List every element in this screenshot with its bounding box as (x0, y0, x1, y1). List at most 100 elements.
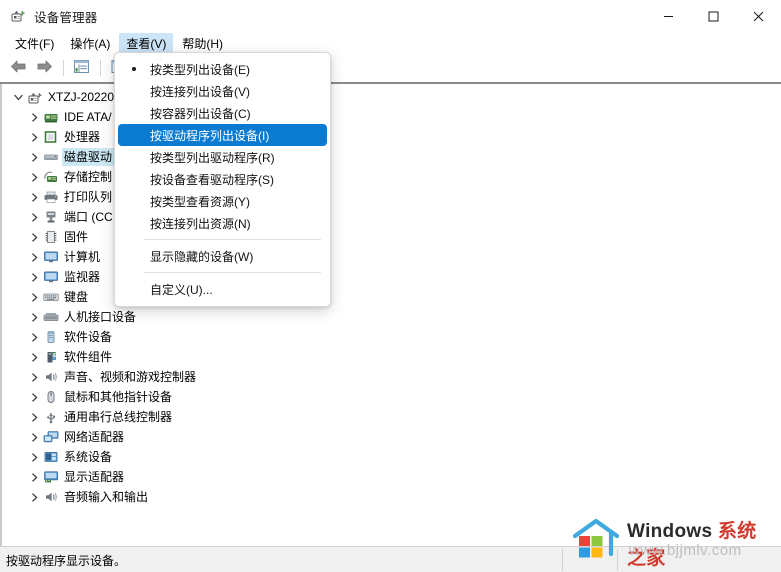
forward-button[interactable] (32, 57, 56, 79)
port-icon (42, 209, 60, 225)
menu-item-devices-by-connection[interactable]: 按连接列出设备(V) (118, 80, 327, 102)
tree-item-label: 处理器 (64, 130, 101, 144)
tree-item-label: IDE ATA/ (64, 110, 112, 124)
tree-item-sound-video-game[interactable]: 声音、视频和游戏控制器 (2, 367, 781, 387)
software-device-icon (42, 329, 60, 345)
tree-item-label: 鼠标和其他指针设备 (64, 390, 173, 404)
hid-icon (42, 309, 60, 325)
menubar-item-action[interactable]: 操作(A) (63, 33, 117, 54)
menu-item-label: 按连接列出设备(V) (150, 84, 250, 99)
menubar-item-help[interactable]: 帮助(H) (175, 33, 230, 54)
chevron-right-icon[interactable] (26, 209, 42, 225)
chevron-down-icon[interactable] (10, 89, 26, 105)
chevron-right-icon[interactable] (26, 149, 42, 165)
tree-item-label: 音频输入和输出 (64, 490, 149, 504)
firmware-icon (42, 229, 60, 245)
menu-item-drivers-by-type[interactable]: 按类型列出驱动程序(R) (118, 146, 327, 168)
tree-item-label: 打印队列 (64, 190, 113, 204)
tree-item-label: 计算机 (64, 250, 101, 264)
chevron-right-icon[interactable] (26, 389, 42, 405)
speaker-icon (42, 369, 60, 385)
chevron-right-icon[interactable] (26, 189, 42, 205)
close-button[interactable] (736, 0, 781, 32)
menubar-item-file[interactable]: 文件(F) (8, 33, 61, 54)
toolbar-separator-2 (100, 60, 101, 76)
status-bar: 按驱动程序显示设备。 (0, 546, 781, 572)
menu-item-show-hidden-devices[interactable]: 显示隐藏的设备(W) (118, 245, 327, 267)
system-device-icon (42, 449, 60, 465)
keyboard-icon (42, 289, 60, 305)
device-manager-window: 设备管理器 文件(F) 操作(A) 查看(V) 帮助(H) XTZJ-20220… (0, 0, 781, 572)
chevron-right-icon[interactable] (26, 309, 42, 325)
tree-item-software-devices[interactable]: 软件设备 (2, 327, 781, 347)
tree-item-mice[interactable]: 鼠标和其他指针设备 (2, 387, 781, 407)
chevron-right-icon[interactable] (26, 129, 42, 145)
tree-item-system-devices[interactable]: 系统设备 (2, 447, 781, 467)
disk-drive-icon (42, 149, 60, 165)
menu-item-resources-by-connection[interactable]: 按连接列出资源(N) (118, 212, 327, 234)
window-controls (646, 0, 781, 32)
tree-item-label: 网络适配器 (64, 430, 125, 444)
menu-item-label: 自定义(U)... (150, 282, 213, 297)
tree-item-display-adapters[interactable]: 显示适配器 (2, 467, 781, 487)
tree-item-label: 通用串行总线控制器 (64, 410, 173, 424)
menubar-item-view[interactable]: 查看(V) (119, 32, 174, 54)
menu-item-drivers-by-device[interactable]: 按设备查看驱动程序(S) (118, 168, 327, 190)
software-component-icon (42, 349, 60, 365)
chevron-right-icon[interactable] (26, 269, 42, 285)
status-bar-divider-2 (617, 549, 618, 571)
menu-item-label: 按类型列出设备(E) (150, 62, 250, 77)
view-dropdown-menu: 按类型列出设备(E) 按连接列出设备(V) 按容器列出设备(C) 按驱动程序列出… (114, 52, 331, 307)
computer-icon (26, 89, 44, 105)
tree-item-software-components[interactable]: 软件组件 (2, 347, 781, 367)
tree-item-label: 监视器 (64, 270, 101, 284)
minimize-button[interactable] (646, 0, 691, 32)
menu-separator-1 (144, 239, 321, 240)
window-title: 设备管理器 (34, 10, 98, 25)
chevron-right-icon[interactable] (26, 489, 42, 505)
show-hide-console-tree-button[interactable] (69, 57, 93, 79)
toolbar-separator-1 (63, 60, 64, 76)
storage-controller-icon (42, 169, 60, 185)
chevron-right-icon[interactable] (26, 449, 42, 465)
tree-item-network-adapters[interactable]: 网络适配器 (2, 427, 781, 447)
chevron-right-icon[interactable] (26, 409, 42, 425)
speaker-icon (42, 489, 60, 505)
mouse-icon (42, 389, 60, 405)
title-bar: 设备管理器 (0, 0, 781, 32)
status-bar-divider-1 (562, 549, 563, 571)
menu-separator-2 (144, 272, 321, 273)
chevron-right-icon[interactable] (26, 329, 42, 345)
tree-item-label: 软件设备 (64, 330, 113, 344)
tree-item-hid[interactable]: 人机接口设备 (2, 307, 781, 327)
chevron-right-icon[interactable] (26, 249, 42, 265)
menu-item-resources-by-type[interactable]: 按类型查看资源(Y) (118, 190, 327, 212)
back-button[interactable] (6, 57, 30, 79)
chevron-right-icon[interactable] (26, 169, 42, 185)
tree-item-audio-io[interactable]: 音频输入和输出 (2, 487, 781, 507)
ide-controller-icon (42, 109, 60, 125)
processor-icon (42, 129, 60, 145)
tree-item-label: 磁盘驱动 (62, 148, 115, 166)
chevron-right-icon[interactable] (26, 469, 42, 485)
tree-item-label: 软件组件 (64, 350, 113, 364)
chevron-right-icon[interactable] (26, 289, 42, 305)
maximize-button[interactable] (691, 0, 736, 32)
chevron-right-icon[interactable] (26, 369, 42, 385)
chevron-right-icon[interactable] (26, 109, 42, 125)
tree-item-usb-controllers[interactable]: 通用串行总线控制器 (2, 407, 781, 427)
arrow-right-icon (36, 59, 53, 77)
menu-item-devices-by-container[interactable]: 按容器列出设备(C) (118, 102, 327, 124)
chevron-right-icon[interactable] (26, 429, 42, 445)
chevron-right-icon[interactable] (26, 229, 42, 245)
menu-item-label: 按类型列出驱动程序(R) (150, 150, 275, 165)
menu-item-label: 按设备查看驱动程序(S) (150, 172, 274, 187)
menu-item-devices-by-driver[interactable]: 按驱动程序列出设备(I) (118, 124, 327, 146)
menu-item-label: 显示隐藏的设备(W) (150, 249, 254, 264)
display-adapter-icon (42, 469, 60, 485)
chevron-right-icon[interactable] (26, 349, 42, 365)
menu-item-customize[interactable]: 自定义(U)... (118, 278, 327, 300)
network-adapter-icon (42, 429, 60, 445)
tree-item-label: 声音、视频和游戏控制器 (64, 370, 197, 384)
menu-item-devices-by-type[interactable]: 按类型列出设备(E) (118, 58, 327, 80)
